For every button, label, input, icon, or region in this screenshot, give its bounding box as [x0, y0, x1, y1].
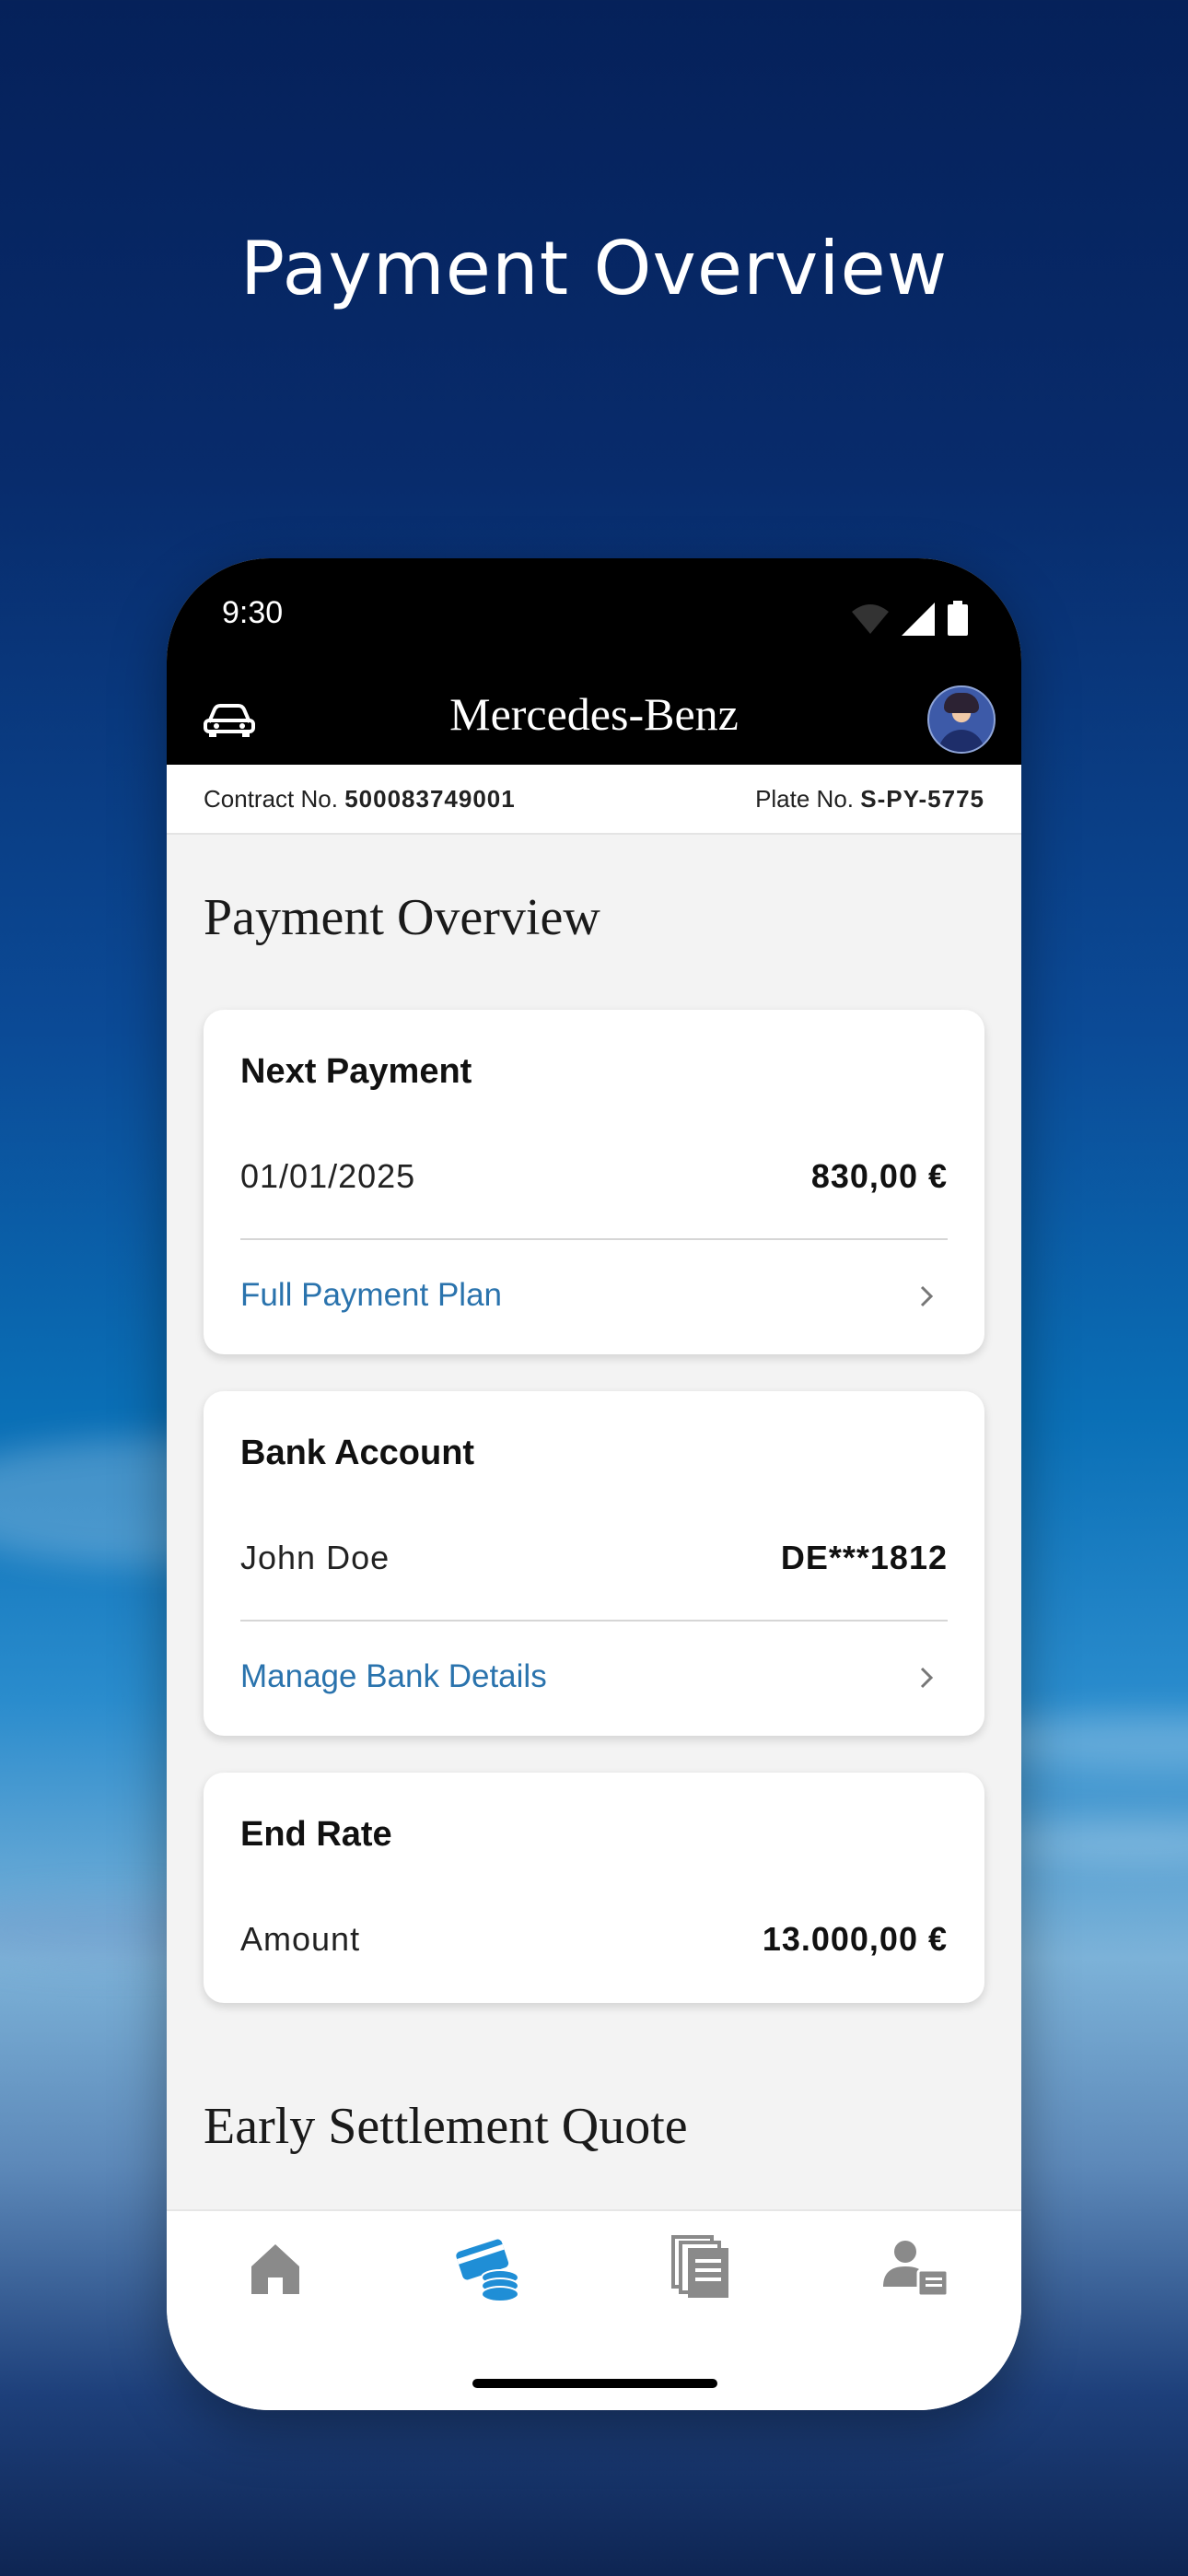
page-title: Payment Overview	[204, 889, 600, 946]
account-holder: John Doe	[240, 1539, 390, 1576]
plate-number: S-PY-5775	[860, 785, 984, 813]
masked-iban: DE***1812	[780, 1539, 948, 1576]
card-title: Bank Account	[240, 1434, 475, 1472]
wifi-icon	[852, 604, 889, 634]
card-coins-icon[interactable]	[452, 2230, 526, 2303]
contract-number: 500083749001	[344, 785, 516, 813]
end-rate-label: Amount	[240, 1920, 361, 1958]
status-time: 9:30	[222, 595, 284, 630]
contract-info: Contract No. 500083749001	[204, 785, 516, 814]
manage-bank-details-link[interactable]: Manage Bank Details	[240, 1658, 547, 1695]
chevron-right-icon[interactable]	[914, 1666, 938, 1690]
brand-logo-text: Mercedes-Benz	[449, 688, 739, 740]
next-payment-card: Next Payment 01/01/2025 830,00 € Full Pa…	[204, 1010, 984, 1354]
full-payment-plan-link[interactable]: Full Payment Plan	[240, 1277, 502, 1314]
chevron-right-icon[interactable]	[914, 1284, 938, 1308]
documents-icon[interactable]	[666, 2230, 740, 2303]
divider	[240, 1620, 948, 1622]
card-title: End Rate	[240, 1815, 392, 1854]
status-bar: 9:30	[167, 558, 1021, 673]
plate-label: Plate No.	[755, 785, 855, 813]
signal-icon	[902, 603, 935, 636]
battery-icon	[948, 601, 968, 636]
contract-label: Contract No.	[204, 785, 338, 813]
bank-account-card: Bank Account John Doe DE***1812 Manage B…	[204, 1391, 984, 1736]
plate-info: Plate No. S-PY-5775	[755, 785, 984, 814]
divider	[240, 1238, 948, 1240]
end-rate-amount: 13.000,00 €	[762, 1920, 948, 1958]
home-icon[interactable]	[239, 2230, 312, 2303]
end-rate-card: End Rate Amount 13.000,00 €	[204, 1773, 984, 2003]
card-title: Next Payment	[240, 1052, 472, 1091]
avatar[interactable]	[927, 685, 996, 754]
status-icons	[852, 599, 968, 636]
payment-amount: 830,00 €	[810, 1157, 948, 1195]
contract-bar: Contract No. 500083749001 Plate No. S-PY…	[167, 765, 1021, 835]
profile-icon[interactable]	[879, 2230, 953, 2303]
payment-date: 01/01/2025	[240, 1157, 416, 1195]
early-settlement-title: Early Settlement Quote	[204, 2098, 688, 2155]
phone-frame: 9:30 Mercedes-Benz Contract No. 50008374…	[167, 558, 1021, 2410]
hero-title: Payment Overview	[239, 226, 949, 311]
home-indicator[interactable]	[472, 2379, 717, 2388]
main-content: Payment Overview Next Payment 01/01/2025…	[167, 833, 1021, 2155]
app-header: Mercedes-Benz	[167, 673, 1021, 765]
